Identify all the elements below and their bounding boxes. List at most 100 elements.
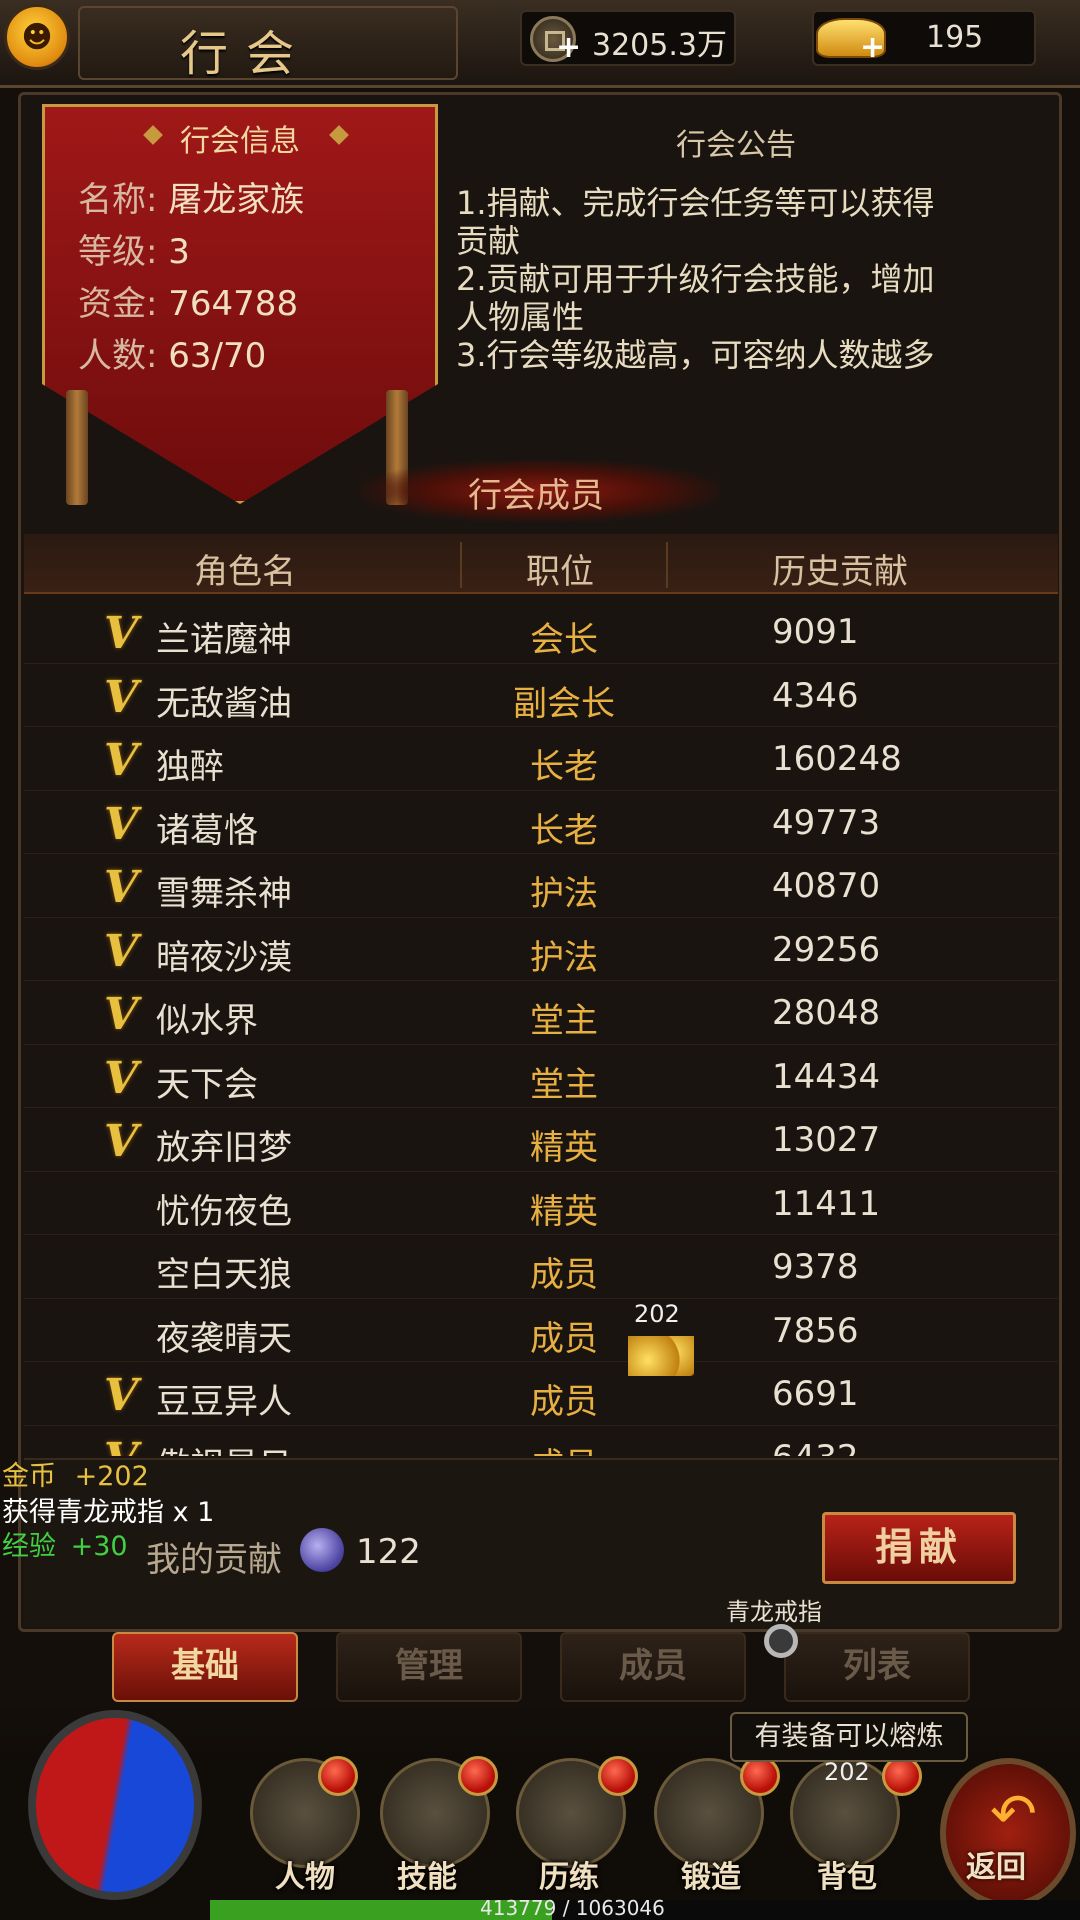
members-table[interactable]: V 兰诺魔神 会长 9091 V 无敌酱油 副会长 4346 V 独醉 长老 160248 V 诸葛恪 长老… [24, 600, 1058, 1456]
back-label: 返回 [966, 1850, 1026, 1885]
column-header-name[interactable]: 角色名 [194, 544, 296, 593]
notice-line: 2.贡献可用于升级行会技能，增加 [456, 260, 935, 298]
member-name: 忧伤夜色 [156, 1191, 292, 1232]
info-key: 等级 [78, 232, 146, 272]
table-row[interactable]: 空白天狼 成员 9378 [24, 1235, 1058, 1299]
dock-label-skills: 技能 [397, 1860, 457, 1895]
member-name: 放弃旧梦 [156, 1128, 292, 1168]
guild-notice: 1.捐献、完成行会任务等可以获得 贡献 2.贡献可用于升级行会技能，增加 人物属… [456, 184, 1016, 374]
table-row[interactable]: V 暗夜沙漠 护法 29256 [24, 918, 1058, 981]
contribution-orb-icon [300, 1528, 344, 1572]
member-contribution: 6432 [772, 1438, 859, 1457]
notice-line: 人物属性 [456, 298, 585, 336]
back-arrow-icon: ↶ [990, 1782, 1037, 1847]
experience-text: 413779 / 1063046 [480, 1896, 665, 1920]
member-contribution: 9378 [772, 1247, 859, 1287]
smelt-hint-tooltip: 有装备可以熔炼 [730, 1712, 968, 1762]
info-key: 资金 [78, 284, 146, 324]
member-position: 护法 [530, 937, 598, 978]
column-header-contribution[interactable]: 历史贡献 [772, 544, 908, 593]
gold-drop-amount: 202 [634, 1300, 680, 1328]
member-position: 护法 [530, 874, 598, 914]
my-contribution-value: 122 [356, 1532, 421, 1572]
vip-badge-icon: V [104, 608, 139, 659]
member-position: 成员 [530, 1382, 598, 1422]
hp-mp-orb-icon [28, 1710, 202, 1900]
notification-dot-icon [318, 1756, 358, 1796]
table-row[interactable]: V 雪舞杀神 护法 40870 [24, 854, 1058, 918]
info-key: 人数 [78, 336, 146, 376]
member-name: 诸葛恪 [156, 810, 258, 851]
copper-resource[interactable]: + 3205.3万 [520, 10, 736, 66]
member-contribution: 40870 [772, 866, 881, 906]
member-position: 堂主 [530, 1001, 598, 1041]
add-ingot-icon[interactable]: + [860, 30, 885, 65]
member-contribution: 49773 [772, 802, 881, 843]
gold-pile-icon[interactable] [628, 1336, 694, 1376]
member-name: 豆豆异人 [156, 1382, 292, 1422]
member-name: 天下会 [156, 1064, 258, 1105]
member-name: 独醉 [156, 747, 224, 787]
table-row[interactable]: V 天下会 堂主 14434 [24, 1045, 1058, 1108]
bag-gold-count: 202 [824, 1758, 870, 1786]
tab-basic[interactable]: 基础 [112, 1632, 298, 1702]
table-row[interactable]: V 无敌酱油 副会长 4346 [24, 664, 1058, 727]
log-value: +30 [70, 1531, 128, 1562]
ring-drop-icon[interactable] [764, 1624, 798, 1658]
vip-badge-icon: V [104, 1052, 139, 1104]
guild-members-count-row: 人数: 63/70 [78, 336, 267, 376]
log-label: 金币 [2, 1461, 56, 1492]
ingot-resource[interactable]: + 195 [812, 10, 1036, 66]
member-name: 夜袭晴天 [156, 1318, 292, 1359]
dock-label-forge: 锻造 [681, 1860, 741, 1895]
player-avatar-icon[interactable]: ☻ [4, 4, 70, 70]
member-contribution: 13027 [772, 1120, 881, 1160]
my-contribution-label: 我的贡献 [146, 1540, 282, 1580]
member-position: 精英 [530, 1128, 598, 1168]
table-row[interactable]: V 豆豆异人 成员 6691 [24, 1362, 1058, 1426]
donate-button[interactable]: 捐献 [822, 1512, 1016, 1584]
member-contribution: 6691 [772, 1374, 859, 1414]
table-row[interactable]: V 放弃旧梦 精英 13027 [24, 1108, 1058, 1172]
table-row[interactable]: V 独醉 长老 160248 [24, 727, 1058, 791]
guild-name-row: 名称: 屠龙家族 [78, 180, 305, 220]
log-exp: 经验 +30 [2, 1524, 128, 1563]
table-row[interactable]: V 似水界 堂主 28048 [24, 981, 1058, 1045]
tab-members[interactable]: 成员 [560, 1632, 746, 1702]
guild-funds-row: 资金: 764788 [78, 284, 299, 324]
tab-list[interactable]: 列表 [784, 1632, 970, 1702]
log-gold: 金币 +202 [2, 1454, 149, 1493]
tab-manage[interactable]: 管理 [336, 1632, 522, 1702]
member-name: 雪舞杀神 [156, 874, 292, 914]
member-name: 兰诺魔神 [156, 620, 292, 660]
member-position: 长老 [530, 810, 598, 851]
guild-info-title: 行会信息 [180, 124, 300, 159]
member-name: 傲视星日 [156, 1438, 292, 1457]
dock-label-bag: 背包 [817, 1860, 877, 1895]
table-row[interactable]: 忧伤夜色 精英 11411 [24, 1172, 1058, 1235]
member-position: 副会长 [513, 683, 615, 724]
info-key: 名称 [78, 180, 146, 220]
members-section-tag: 行会成员 [360, 460, 720, 522]
info-value: 63/70 [168, 336, 267, 376]
member-name: 无敌酱油 [156, 683, 292, 724]
notification-dot-icon [598, 1756, 638, 1796]
column-header-position[interactable]: 职位 [526, 544, 594, 593]
vip-badge-icon: V [104, 798, 139, 850]
table-row[interactable]: V 诸葛恪 长老 49773 [24, 791, 1058, 854]
member-name: 似水界 [156, 1001, 258, 1041]
column-divider [460, 542, 462, 588]
table-row[interactable]: V 兰诺魔神 会长 9091 [24, 600, 1058, 664]
member-contribution: 160248 [772, 739, 902, 779]
add-copper-icon[interactable]: + [556, 30, 581, 65]
member-contribution: 9091 [772, 612, 859, 652]
vip-badge-icon: V [104, 735, 139, 786]
vip-badge-icon: V [104, 671, 139, 723]
member-name: 空白天狼 [156, 1255, 292, 1295]
dock-label-character: 人物 [275, 1860, 335, 1895]
log-value: +202 [74, 1461, 149, 1492]
table-row[interactable]: 夜袭晴天 成员 7856 [24, 1299, 1058, 1362]
info-value: 3 [168, 232, 190, 272]
member-contribution: 28048 [772, 993, 881, 1033]
table-row[interactable]: V 傲视星日 成员 6432 [24, 1426, 1058, 1457]
